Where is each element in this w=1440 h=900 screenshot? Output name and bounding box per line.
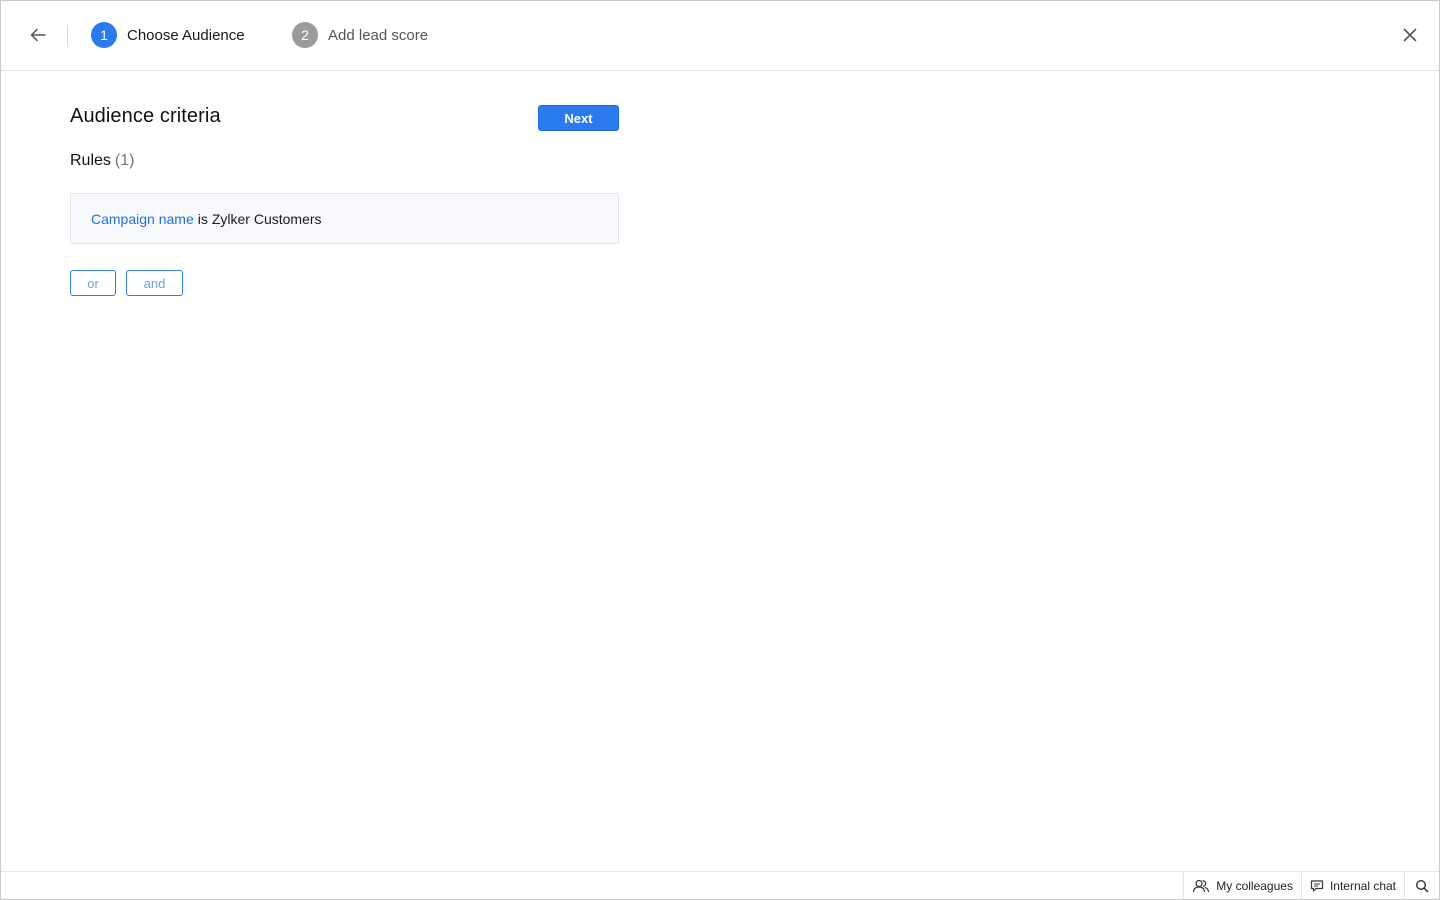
close-button[interactable]: [1397, 22, 1423, 48]
internal-chat-label: Internal chat: [1329, 878, 1396, 893]
next-button[interactable]: Next: [538, 105, 619, 131]
step-choose-audience[interactable]: 1 Choose Audience: [91, 21, 245, 49]
bottom-bar-items: My colleagues Internal chat: [1183, 872, 1439, 899]
step-number-badge: 2: [292, 22, 318, 48]
step-add-lead-score[interactable]: 2 Add lead score: [292, 21, 428, 49]
step-label: Choose Audience: [127, 26, 245, 44]
back-arrow-icon: [30, 28, 46, 42]
header-divider: [67, 25, 68, 45]
or-button[interactable]: or: [70, 270, 116, 296]
wizard-window: 1 Choose Audience 2 Add lead score Audie…: [0, 0, 1440, 900]
internal-chat-button[interactable]: Internal chat: [1300, 872, 1404, 899]
rule-field-link[interactable]: Campaign name: [91, 211, 194, 227]
rule-value: Zylker Customers: [211, 210, 322, 227]
rule-operator: is: [197, 210, 208, 227]
bottom-bar: My colleagues Internal chat: [1, 871, 1439, 899]
rules-count: (1): [114, 152, 135, 169]
rules-label: Rules: [70, 152, 111, 169]
my-colleagues-label: My colleagues: [1216, 878, 1293, 893]
back-button[interactable]: [25, 22, 51, 48]
rule-item[interactable]: Campaign name is Zylker Customers: [70, 193, 619, 244]
search-icon: [1415, 879, 1429, 892]
page-title: Audience criteria: [70, 105, 221, 127]
chat-icon: [1310, 879, 1324, 893]
wizard-header: 1 Choose Audience 2 Add lead score: [1, 1, 1439, 71]
rules-heading: Rules (1): [70, 152, 134, 170]
close-icon: [1403, 28, 1417, 42]
footer-search-button[interactable]: [1404, 872, 1439, 899]
and-button[interactable]: and: [126, 270, 183, 296]
step-label: Add lead score: [328, 26, 429, 44]
step-number-badge: 1: [91, 22, 117, 48]
my-colleagues-button[interactable]: My colleagues: [1183, 872, 1301, 899]
colleagues-icon: [1192, 879, 1210, 893]
